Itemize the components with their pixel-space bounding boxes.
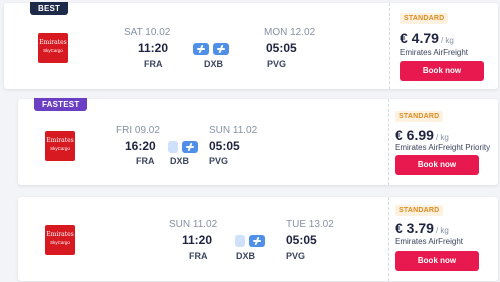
book-now-button[interactable]: Book now [395, 251, 479, 271]
transit-airport: DXB [204, 59, 224, 69]
emirates-skycargo-logo: Emirates SkyCargo [45, 225, 75, 255]
carrier-name: Emirates AirFreight [395, 237, 464, 246]
book-now-button[interactable]: Book now [400, 61, 484, 81]
plane-icon [253, 237, 261, 245]
carrier-name: Emirates AirFreight [400, 48, 469, 57]
segment-bar [182, 141, 198, 153]
price: € 4.79/ kg [400, 30, 454, 46]
segment-bar [213, 43, 229, 55]
departure-date: FRI 09.02 [116, 125, 160, 136]
tier-badge: STANDARD [395, 111, 444, 122]
tier-badge: STANDARD [400, 13, 449, 24]
departure-time: 16:20 [125, 139, 156, 153]
emirates-skycargo-logo: Emirates SkyCargo [38, 33, 68, 63]
origin-airport: FRA [136, 156, 155, 166]
card-divider [389, 3, 390, 89]
price: € 6.99/ kg [395, 127, 449, 143]
departure-date: SAT 10.02 [124, 27, 171, 38]
offer-card[interactable]: FASTEST Emirates SkyCargo FRI 09.02 16:20… [18, 98, 498, 185]
origin-airport: FRA [189, 251, 208, 261]
plane-icon [197, 45, 205, 53]
route-segments [235, 235, 265, 247]
arrival-date: TUE 13.02 [286, 219, 334, 230]
best-badge: BEST [30, 2, 69, 15]
route-segments [193, 43, 229, 55]
departure-time: 11:20 [182, 233, 213, 247]
tier-badge: STANDARD [395, 205, 444, 216]
card-divider [388, 197, 389, 281]
arrival-date: SUN 11.02 [209, 125, 258, 136]
offer-card[interactable]: Emirates SkyCargo SUN 11.02 11:20 FRA DXB… [18, 197, 498, 281]
route-segments [168, 141, 198, 153]
destination-airport: PVG [286, 251, 306, 261]
arrival-time: 05:05 [286, 233, 317, 247]
segment-bar [235, 235, 245, 247]
segment-bar [249, 235, 265, 247]
plane-icon [186, 143, 194, 151]
plane-icon [217, 45, 225, 53]
arrival-time: 05:05 [266, 41, 297, 55]
arrival-time: 05:05 [209, 139, 240, 153]
departure-time: 11:20 [138, 41, 169, 55]
origin-airport: FRA [144, 59, 163, 69]
arrival-date: MON 12.02 [264, 27, 316, 38]
card-divider [388, 99, 389, 185]
segment-bar [168, 141, 178, 153]
transit-airport: DXB [170, 156, 190, 166]
destination-airport: PVG [267, 59, 287, 69]
fastest-badge: FASTEST [34, 98, 88, 111]
departure-date: SUN 11.02 [169, 219, 218, 230]
transit-airport: DXB [236, 251, 256, 261]
destination-airport: PVG [209, 156, 229, 166]
emirates-skycargo-logo: Emirates SkyCargo [45, 131, 75, 161]
book-now-button[interactable]: Book now [395, 155, 479, 175]
offer-card[interactable]: BEST Emirates SkyCargo SAT 10.02 11:20 FR… [4, 2, 498, 89]
price: € 3.79/ kg [395, 220, 449, 236]
segment-bar [193, 43, 209, 55]
carrier-name: Emirates AirFreight Priority [395, 143, 491, 152]
